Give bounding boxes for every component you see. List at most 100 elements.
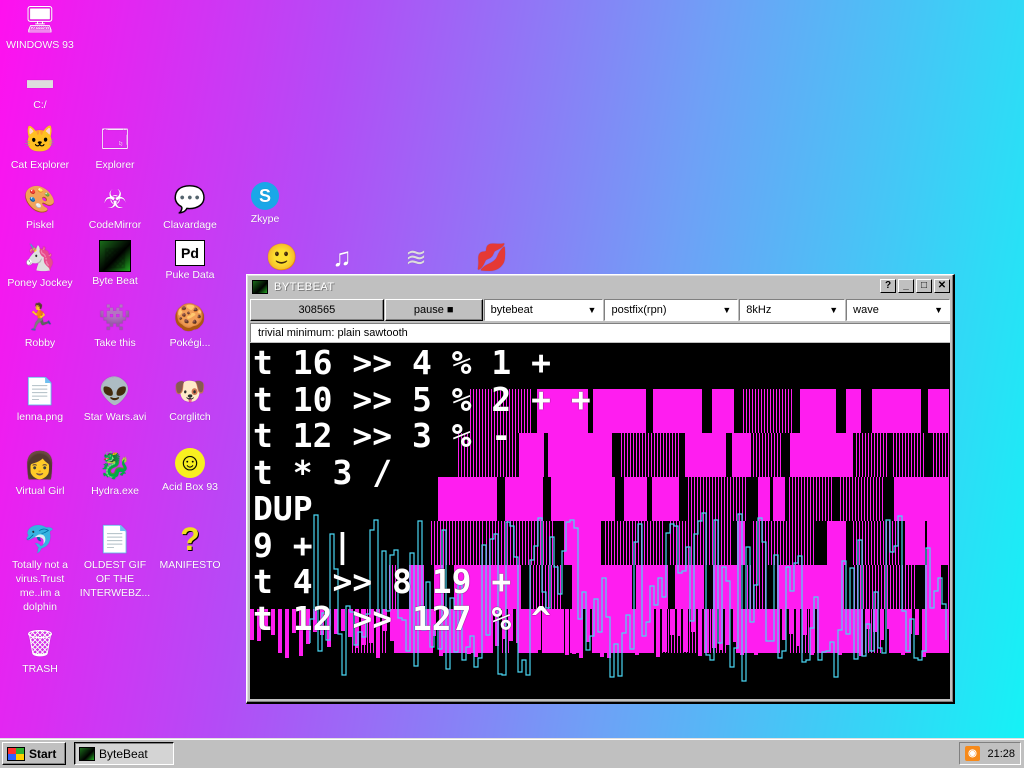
desktop-icon-label: Acid Box 93 [161,481,219,493]
viz-stripe [688,477,689,521]
rate-select[interactable]: 8kHz ▼ [739,299,846,321]
mode-select[interactable]: bytebeat ▼ [483,299,604,321]
code-editor[interactable]: t 16 >> 4 % 1 + t 10 >> 5 % 2 + + t 12 >> … [253,344,591,637]
viz-stripe [771,433,772,477]
desktop-icon-computer[interactable]: 🖥 WINDOWS 93 [0,2,80,52]
desktop-icon-virtual-girl[interactable]: 👩 Virtual Girl [0,448,80,498]
desktop-icon-hydra[interactable]: 🐉 Hydra.exe [75,448,155,498]
viz-stripe [807,521,808,565]
close-button[interactable]: ✕ [934,279,950,293]
viz-bar [621,609,625,631]
viz-stripe [871,521,872,565]
bytebeat-task-icon [79,746,95,761]
start-button[interactable]: Start [2,742,66,765]
desktop-icon-label: Piskel [25,219,54,231]
visualizer-canvas: t 16 >> 4 % 1 + t 10 >> 5 % 2 + + t 12 >> … [250,343,950,699]
viz-stripe [816,477,817,521]
viz-stripe [639,433,640,477]
viz-stripe [756,433,757,477]
viz-stripe [877,521,878,565]
viz-bar [761,609,765,637]
virtual-girl-icon: 👩 [23,450,57,480]
rss-icon[interactable]: ◉ [965,746,980,761]
maximize-button[interactable]: □ [916,279,932,293]
desktop-icon-bytebeat[interactable]: ▩ Byte Beat [75,240,155,288]
viz-stripe [636,433,637,477]
viz-bar [894,609,898,649]
desktop-icon-drive[interactable]: ▬ C:/ [0,62,80,112]
pause-button[interactable]: pause ■ [384,299,483,321]
desktop-icon-explorer[interactable]: 🗔 Explorer [75,122,155,172]
viz-stripe [669,433,670,477]
desktop-icon-image-file[interactable]: 📄 lenna.png [0,374,80,424]
help-button[interactable]: ? [880,279,896,293]
pokegi-icon: 🍪 [173,302,207,332]
title-bar[interactable]: BYTEBEAT ? _ □ ✕ [250,278,950,296]
viz-stripe [858,477,859,521]
chevron-down-icon: ▼ [934,305,943,315]
viz-stripe [865,433,866,477]
viz-stripe [753,521,754,565]
viz-block [732,433,751,477]
desktop-icon-label: Hydra.exe [91,485,139,497]
zkype-icon: S [251,182,279,210]
viz-stripe [753,433,754,477]
viz-stripe [653,521,654,565]
viz-stripe [662,521,663,565]
time-counter-button[interactable]: 308565 [250,299,384,321]
explorer-icon: 🗔 [100,124,130,154]
viz-stripe [715,521,716,565]
codemirror-icon: ☣ [103,184,127,214]
desktop-icon-gif-file[interactable]: 📄 OLDEST GIF OF THE INTERWEBZ... [75,522,155,600]
bytebeat-window[interactable]: BYTEBEAT ? _ □ ✕ 308565 pause ■ bytebeat… [246,274,955,704]
viz-stripe [703,521,704,565]
desktop-icon-corgi[interactable]: 🐶 Corglitch [150,374,230,424]
viz-stripe [855,477,856,521]
notation-select[interactable]: postfix(rpn) ▼ [604,299,739,321]
viz-stripe [874,433,875,477]
viz-stripe [745,477,746,521]
viz-stripe [782,389,783,433]
desktop-icon-pony[interactable]: 🦄 Poney Jockey [0,240,80,290]
acid-smiley-icon: ☺ [175,448,205,478]
viz-stripe [875,565,876,609]
viz-bar [698,609,702,656]
viz-stripe [942,433,943,477]
clock: 21:28 [987,747,1015,760]
viz-stripe [747,565,748,609]
viz-stripe [779,389,780,433]
partial-icon-lips[interactable]: 💋 [452,240,532,276]
desktop-icon-cat-explorer[interactable]: 🐱 Cat Explorer [0,122,80,172]
viz-stripe [849,477,850,521]
viz-stripe [789,521,790,565]
partial-icon-wave[interactable]: ≋ [376,240,456,276]
desktop-icon-video-file[interactable]: 👽 Star Wars.avi [75,374,155,424]
viz-stripe [761,389,762,433]
desktop-icon-acid-smiley[interactable]: ☺ Acid Box 93 [150,448,230,494]
viz-stripe [868,521,869,565]
viz-stripe [792,521,793,565]
viz-bar [677,609,681,636]
desktop-icon-pokegi[interactable]: 🍪 Pokégi... [150,300,230,350]
partial-icon-music[interactable]: ♫ [302,240,382,276]
viz-bar [614,609,618,639]
desktop-icon-palette[interactable]: 🎨 Piskel [0,182,80,232]
desktop-icon-puredata[interactable]: Pd Puke Data [150,240,230,282]
view-select-value: wave [853,304,879,316]
desktop-icon-robby[interactable]: 🏃 Robby [0,300,80,350]
taskbar-item-bytebeat[interactable]: ByteBeat [74,742,174,765]
viz-bar [880,609,884,640]
view-select[interactable]: wave ▼ [846,299,950,321]
viz-block [790,433,853,477]
viz-stripe [863,565,864,609]
chevron-down-icon: ▼ [829,305,839,315]
viz-stripe [813,521,814,565]
desktop-icon-zkype[interactable]: S Zkype [225,182,305,226]
minimize-button[interactable]: _ [898,279,914,293]
desktop-icon-dolphin[interactable]: 🐬 Totally not a virus.Trust me..im a dolp… [0,522,80,614]
desktop-icon-take-this[interactable]: 👾 Take this [75,300,155,350]
desktop-icon-chat[interactable]: 💬 Clavardage [150,182,230,232]
desktop-icon-trash[interactable]: 🗑 TRASH [0,626,80,676]
desktop-icon-codemirror[interactable]: ☣ CodeMirror [75,182,155,232]
desktop-icon-question[interactable]: ? MANIFESTO [150,522,230,572]
